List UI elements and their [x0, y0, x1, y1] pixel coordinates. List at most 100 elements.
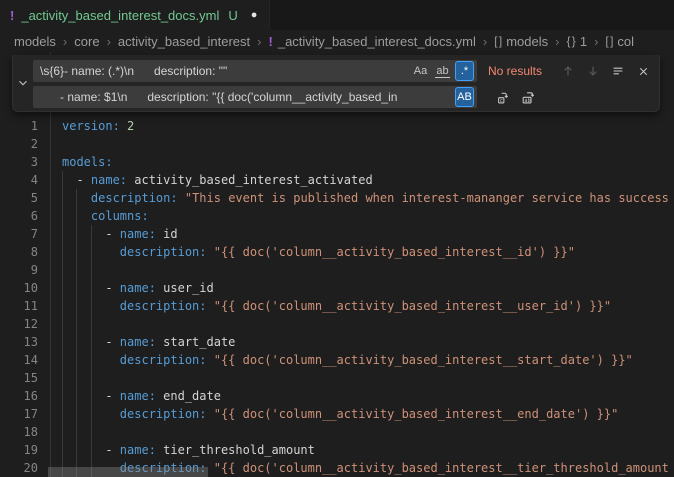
replace-all-icon: ab — [521, 90, 536, 105]
replace-icon: c — [496, 90, 511, 105]
find-row: Aa ab .* No results — [33, 60, 653, 82]
line-number[interactable]: 13 — [0, 333, 38, 351]
indent-guide — [62, 171, 63, 477]
line-number[interactable]: 15 — [0, 369, 38, 387]
code-line[interactable]: 2 — [0, 135, 674, 153]
breadcrumb-label: activity_based_interest — [118, 34, 250, 49]
line-number[interactable]: 16 — [0, 387, 38, 405]
breadcrumb-separator: › — [594, 34, 598, 49]
code-text: columns: — [38, 207, 149, 225]
svg-text:c: c — [499, 98, 502, 104]
code-text: description: "{{ doc('column__activity_b… — [38, 243, 575, 261]
line-number[interactable]: 6 — [0, 207, 38, 225]
breadcrumb-item-activity_based_interest[interactable]: activity_based_interest — [118, 34, 250, 49]
code-line[interactable]: 5 description: "This event is published … — [0, 189, 674, 207]
find-options: Aa ab .* — [411, 61, 474, 81]
replace-button[interactable]: c — [493, 87, 513, 107]
line-number[interactable]: 20 — [0, 459, 38, 477]
replace-row: AB c — [33, 86, 653, 108]
toggle-replace-button[interactable] — [13, 55, 33, 111]
editor[interactable]: 1version: 223models:4 - name: activity_b… — [0, 52, 674, 477]
breadcrumb-separator: › — [555, 34, 559, 49]
yaml-icon: ! — [269, 34, 273, 49]
breadcrumb-label: core — [74, 34, 99, 49]
breadcrumb-separator: › — [63, 34, 67, 49]
breadcrumb-item-models[interactable]: [ ]models — [494, 34, 548, 49]
code-line[interactable]: 14 description: "{{ doc('column__activit… — [0, 351, 674, 369]
replace-input[interactable] — [33, 86, 477, 108]
code-text — [38, 369, 62, 387]
breadcrumb-label: _activity_based_interest_docs.yml — [278, 34, 476, 49]
line-number[interactable]: 18 — [0, 423, 38, 441]
code-line[interactable]: 9 — [0, 261, 674, 279]
find-widget: Aa ab .* No results — [12, 55, 660, 112]
breadcrumb-label: models — [14, 34, 56, 49]
code-text: - name: user_id — [38, 279, 214, 297]
breadcrumb-separator: › — [107, 34, 111, 49]
line-number[interactable]: 17 — [0, 405, 38, 423]
indent-guide — [76, 189, 77, 477]
code-line[interactable]: 1version: 2 — [0, 117, 674, 135]
tab-title: _activity_based_interest_docs.yml — [21, 8, 219, 23]
code-text: description: "{{ doc('column__activity_b… — [38, 351, 633, 369]
close-find-button[interactable] — [633, 61, 653, 81]
line-number[interactable]: 5 — [0, 189, 38, 207]
breadcrumb-item-col[interactable]: [ ] col — [605, 34, 634, 49]
code-line[interactable]: 12 — [0, 315, 674, 333]
line-number[interactable]: 19 — [0, 441, 38, 459]
code-line[interactable]: 17 description: "{{ doc('column__activit… — [0, 405, 674, 423]
close-icon — [637, 65, 650, 78]
find-in-selection-button[interactable] — [608, 61, 628, 81]
replace-all-button[interactable]: ab — [518, 87, 538, 107]
code-line[interactable]: 19 - name: tier_threshold_amount — [0, 441, 674, 459]
line-number[interactable]: 9 — [0, 261, 38, 279]
code-text: - name: start_date — [38, 333, 235, 351]
breadcrumb-separator: › — [483, 34, 487, 49]
code-text: - name: end_date — [38, 387, 221, 405]
code-line[interactable]: 8 description: "{{ doc('column__activity… — [0, 243, 674, 261]
breadcrumb-label: models — [506, 34, 548, 49]
symbol-object-icon: { } — [566, 34, 574, 48]
code-text — [38, 315, 62, 333]
code-line[interactable]: 6 columns: — [0, 207, 674, 225]
code-line[interactable]: 11 description: "{{ doc('column__activit… — [0, 297, 674, 315]
code-line[interactable]: 18 — [0, 423, 674, 441]
match-case-button[interactable]: Aa — [411, 61, 430, 81]
code-text: - name: id — [38, 225, 178, 243]
code-line[interactable]: 10 - name: user_id — [0, 279, 674, 297]
breadcrumb-item-_activity_based_interest_docs.yml[interactable]: ! _activity_based_interest_docs.yml — [269, 34, 476, 49]
line-number[interactable]: 12 — [0, 315, 38, 333]
code-line[interactable]: 7 - name: id — [0, 225, 674, 243]
line-number[interactable]: 1 — [0, 117, 38, 135]
line-number[interactable]: 8 — [0, 243, 38, 261]
modified-dot-icon[interactable]: ● — [251, 9, 258, 21]
code-text: description: "{{ doc('column__activity_b… — [38, 405, 618, 423]
code-line[interactable]: 3models: — [0, 153, 674, 171]
whole-word-button[interactable]: ab — [433, 61, 452, 81]
tab-activity-based-interest-docs[interactable]: ! _activity_based_interest_docs.yml U ● — [0, 0, 270, 30]
code-text: - name: activity_based_interest_activate… — [38, 171, 373, 189]
regex-button[interactable]: .* — [455, 61, 474, 81]
line-number[interactable]: 14 — [0, 351, 38, 369]
next-match-button[interactable] — [583, 61, 603, 81]
breadcrumb-label: col — [617, 34, 634, 49]
breadcrumb-item-core[interactable]: core — [74, 34, 99, 49]
code-line[interactable]: 13 - name: start_date — [0, 333, 674, 351]
line-number[interactable]: 10 — [0, 279, 38, 297]
line-number[interactable]: 4 — [0, 171, 38, 189]
code-line[interactable]: 4 - name: activity_based_interest_activa… — [0, 171, 674, 189]
previous-match-button[interactable] — [558, 61, 578, 81]
code-line[interactable]: 16 - name: end_date — [0, 387, 674, 405]
horizontal-scrollbar[interactable] — [48, 467, 208, 477]
indent-guide — [91, 225, 92, 477]
find-input-box: Aa ab .* — [33, 60, 477, 82]
line-number[interactable]: 2 — [0, 135, 38, 153]
line-number[interactable]: 7 — [0, 225, 38, 243]
preserve-case-button[interactable]: AB — [455, 87, 474, 107]
symbol-array-icon: [ ] — [605, 34, 612, 48]
breadcrumb-item-models[interactable]: models — [14, 34, 56, 49]
code-line[interactable]: 15 — [0, 369, 674, 387]
breadcrumb-item-1[interactable]: { }1 — [566, 34, 587, 49]
line-number[interactable]: 11 — [0, 297, 38, 315]
line-number[interactable]: 3 — [0, 153, 38, 171]
